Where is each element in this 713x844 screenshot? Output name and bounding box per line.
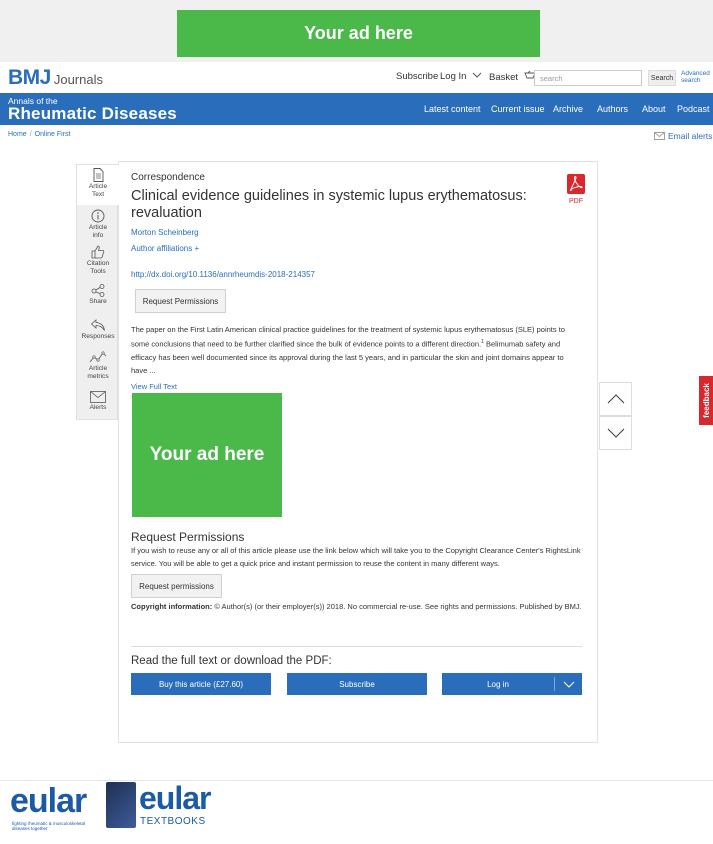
top-ad-strip: Your ad here — [0, 0, 713, 62]
search-input[interactable]: search — [534, 70, 642, 86]
breadcrumb: Home / Online First — [8, 131, 70, 138]
request-permissions-heading: Request Permissions — [131, 530, 245, 544]
pdf-label: PDF — [569, 198, 583, 205]
subscribe-link[interactable]: Subscribe — [396, 71, 438, 82]
login-label: Log In — [440, 71, 467, 82]
feedback-tab[interactable]: feedback — [699, 376, 713, 425]
nav-current-issue[interactable]: Current issue — [491, 104, 545, 114]
tool-citation-tools[interactable]: Citation Tools — [77, 245, 119, 275]
chevron-down-icon — [472, 72, 482, 78]
login-link[interactable]: Log In — [440, 71, 482, 82]
request-permissions-button[interactable]: Request Permissions — [135, 289, 226, 313]
advanced-search-line-1: Advanced — [681, 70, 710, 77]
nav-archive[interactable]: Archive — [553, 104, 583, 114]
metrics-icon — [89, 351, 107, 363]
request-permissions-button-2[interactable]: Request permissions — [131, 574, 222, 598]
copyright-text: © Author(s) (or their employer(s)) 2018.… — [212, 602, 582, 611]
tool-label-1: Responses — [81, 333, 115, 340]
tool-label-1: Article — [88, 183, 108, 190]
section-divider — [131, 646, 582, 647]
tool-responses[interactable]: Responses — [77, 318, 119, 341]
advanced-search-line-2: search — [681, 77, 701, 84]
chevron-up-icon — [607, 394, 624, 404]
tool-label-2: metrics — [87, 372, 109, 380]
email-alerts-link[interactable]: Email alerts — [654, 131, 712, 141]
tool-share[interactable]: Share — [77, 284, 119, 306]
tool-label-1: Share — [89, 298, 107, 305]
eular-textbooks-logo[interactable]: eular — [139, 782, 211, 814]
scroll-up-button[interactable] — [599, 382, 632, 416]
login-button-divider — [554, 677, 555, 691]
chevron-down-icon[interactable] — [563, 681, 575, 688]
breadcrumb-separator: / — [29, 131, 32, 138]
pdf-download-link[interactable]: PDF — [566, 174, 586, 205]
nav-latest-content[interactable]: Latest content — [424, 104, 481, 114]
copyright-info: Copyright information: © Author(s) (or t… — [131, 600, 583, 613]
pdf-icon — [567, 174, 585, 194]
logo-brand: BMJ — [8, 66, 51, 89]
article-abstract: The paper on the First Latin American cl… — [131, 323, 581, 377]
tool-article-metrics[interactable]: Article metrics — [77, 351, 119, 380]
author-link[interactable]: Morton Scheinberg — [131, 228, 199, 237]
tool-label-1: Citation — [86, 260, 110, 267]
article-type: Correspondence — [131, 172, 205, 183]
thumbs-up-icon — [91, 245, 105, 259]
envelope-icon — [90, 391, 106, 403]
tool-article-text[interactable]: Article Text — [77, 165, 119, 205]
tool-label-1: Alerts — [89, 404, 107, 411]
nav-authors[interactable]: Authors — [597, 104, 628, 114]
logo-suffix: Journals — [53, 72, 103, 87]
tool-article-info[interactable]: Article info — [77, 209, 119, 239]
journal-name[interactable]: Rheumatic Diseases — [8, 104, 177, 124]
tool-label-2: Text — [91, 190, 105, 198]
eular-tagline: fighting rheumatic & musculoskeletal dis… — [12, 821, 86, 831]
purchase-heading: Read the full text or download the PDF: — [131, 655, 332, 667]
copyright-label: Copyright information: — [131, 602, 213, 611]
textbooks-label: TEXTBOOKS — [140, 816, 206, 827]
share-icon — [91, 284, 105, 297]
doi-link[interactable]: http://dx.doi.org/10.1136/annrheumdis-20… — [131, 270, 315, 279]
advanced-search-link[interactable]: Advanced search — [681, 70, 710, 84]
tool-label-1: Article — [88, 365, 108, 372]
login-button-label: Log in — [487, 679, 509, 689]
feedback-label: feedback — [701, 383, 711, 418]
tool-label-2: info — [92, 231, 104, 239]
buy-article-button[interactable]: Buy this article (£27.60) — [131, 673, 271, 695]
envelope-icon — [654, 132, 665, 140]
basket-link[interactable]: Basket — [489, 70, 536, 83]
author-affiliations-toggle[interactable]: Author affiliations + — [131, 244, 199, 253]
reply-icon — [90, 319, 105, 331]
nav-podcast[interactable]: Podcast — [677, 104, 710, 114]
utility-bar: BMJ Journals Subscribe Log In Basket sea… — [0, 62, 713, 93]
view-full-text-link[interactable]: View Full Text — [131, 382, 177, 391]
top-ad-banner[interactable]: Your ad here — [177, 10, 540, 57]
article-tools-sidebar: Article Text Article info Citation Tools… — [76, 164, 119, 420]
eular-logo[interactable]: eular — [10, 784, 87, 818]
request-permissions-text: If you wish to reuse any or all of this … — [131, 546, 581, 568]
email-alerts-label: Email alerts — [668, 131, 713, 141]
inline-ad-square[interactable]: Your ad here — [132, 393, 282, 517]
journal-nav-bar: Annals of the Rheumatic Diseases Latest … — [0, 93, 713, 125]
basket-label: Basket — [489, 72, 519, 83]
info-icon — [91, 209, 105, 223]
article-title: Clinical evidence guidelines in systemic… — [131, 188, 527, 221]
tool-label-1: Article — [88, 224, 108, 231]
login-button[interactable]: Log in — [442, 673, 582, 695]
scroll-down-button[interactable] — [599, 416, 632, 450]
tool-alerts[interactable]: Alerts — [77, 391, 119, 412]
breadcrumb-online-first[interactable]: Online First — [35, 131, 71, 138]
search-button[interactable]: Search — [648, 70, 676, 86]
tool-label-2: Tools — [90, 267, 106, 275]
nav-about[interactable]: About — [642, 104, 666, 114]
subscribe-button[interactable]: Subscribe — [287, 673, 427, 695]
document-icon — [93, 168, 103, 182]
book-cover-image[interactable] — [106, 782, 136, 828]
bmj-journals-logo[interactable]: BMJ Journals — [8, 66, 103, 90]
chevron-down-icon — [607, 428, 624, 438]
breadcrumb-home[interactable]: Home — [8, 131, 27, 138]
